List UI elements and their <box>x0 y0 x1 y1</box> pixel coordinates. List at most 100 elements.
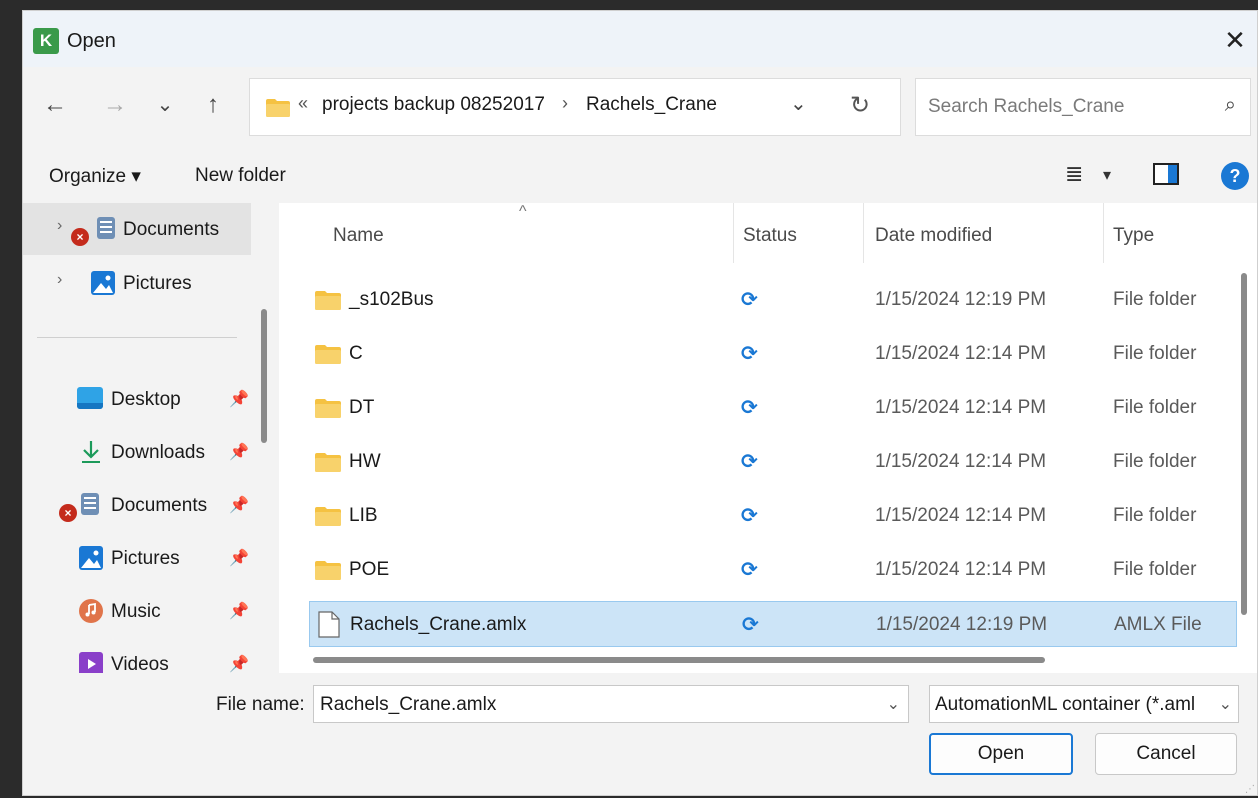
expand-chevron-icon[interactable]: › <box>57 271 62 289</box>
file-name: DT <box>349 397 375 418</box>
sidebar-item-desktop[interactable]: Desktop 📌 <box>23 373 251 425</box>
table-row[interactable]: LIB ⟳ 1/15/2024 12:14 PM File folder <box>309 493 1237 539</box>
search-box[interactable]: ⌕ <box>915 78 1251 136</box>
sync-status-icon: ⟳ <box>741 343 758 365</box>
view-dropdown-icon[interactable]: ▾ <box>1103 165 1111 185</box>
sidebar-item-label: Videos <box>111 654 169 673</box>
search-icon[interactable]: ⌕ <box>1225 94 1236 117</box>
videos-icon <box>79 652 103 673</box>
file-type: AMLX File <box>1114 614 1202 635</box>
cancel-button[interactable]: Cancel <box>1095 733 1237 775</box>
app-icon: K <box>33 28 59 54</box>
table-row[interactable]: DT ⟳ 1/15/2024 12:14 PM File folder <box>309 385 1237 431</box>
help-icon[interactable]: ? <box>1221 162 1249 190</box>
file-date: 1/15/2024 12:19 PM <box>876 614 1048 635</box>
pin-icon[interactable]: 📌 <box>229 495 249 515</box>
file-type-select[interactable]: AutomationML container (*.aml ⌄ <box>929 685 1239 723</box>
chevron-down-icon[interactable]: ⌄ <box>1214 694 1232 714</box>
file-type: File folder <box>1113 505 1197 526</box>
file-date: 1/15/2024 12:14 PM <box>875 397 1047 418</box>
column-header-status[interactable]: Status <box>743 225 797 247</box>
forward-button[interactable]: → <box>97 87 133 123</box>
expand-chevron-icon[interactable]: › <box>57 217 62 235</box>
table-row[interactable]: HW ⟳ 1/15/2024 12:14 PM File folder <box>309 439 1237 485</box>
column-divider[interactable] <box>1103 203 1104 263</box>
sidebar-item-label: Downloads <box>111 442 205 463</box>
file-date: 1/15/2024 12:19 PM <box>875 289 1047 310</box>
address-dropdown-icon[interactable]: ⌄ <box>790 91 807 116</box>
sync-status-icon: ⟳ <box>741 397 758 419</box>
sidebar-divider <box>37 337 237 338</box>
music-icon <box>79 599 103 623</box>
back-button[interactable]: ← <box>37 87 73 123</box>
folder-icon <box>266 99 290 117</box>
column-header-type[interactable]: Type <box>1113 225 1154 247</box>
search-input[interactable] <box>928 96 1198 118</box>
resize-grip-icon[interactable]: ⋰ <box>1245 784 1255 795</box>
file-name-field[interactable] <box>320 694 880 716</box>
sidebar-scrollbar[interactable] <box>261 309 267 443</box>
window-title: Open <box>67 30 116 52</box>
sidebar-item-label: Pictures <box>123 273 192 294</box>
table-row-selected[interactable]: Rachels_Crane.amlx ⟳ 1/15/2024 12:19 PM … <box>309 601 1237 647</box>
vertical-scrollbar[interactable] <box>1241 273 1247 615</box>
file-type-value: AutomationML container (*.aml <box>935 694 1196 715</box>
command-toolbar: Organize ▾ New folder ≣ ▾ ? <box>23 145 1257 203</box>
file-name: C <box>349 343 363 364</box>
pin-icon[interactable]: 📌 <box>229 654 249 673</box>
table-row[interactable]: POE ⟳ 1/15/2024 12:14 PM File folder <box>309 547 1237 593</box>
pin-icon[interactable]: 📌 <box>229 548 249 568</box>
sidebar-item-music[interactable]: Music 📌 <box>23 585 251 637</box>
overflow-chevron-icon[interactable]: « <box>298 93 308 114</box>
column-header-date-modified[interactable]: Date modified <box>875 225 992 247</box>
column-divider[interactable] <box>733 203 734 263</box>
horizontal-scrollbar[interactable] <box>313 657 1045 663</box>
sidebar-item-documents-top[interactable]: › × Documents <box>23 203 251 255</box>
up-button[interactable]: ↑ <box>195 87 231 123</box>
file-name-label: File name: <box>216 694 305 715</box>
pin-icon[interactable]: 📌 <box>229 601 249 621</box>
chevron-down-icon[interactable]: ⌄ <box>887 694 900 714</box>
file-name-combobox[interactable]: ⌄ <box>313 685 909 723</box>
table-row[interactable]: _s102Bus ⟳ 1/15/2024 12:19 PM File folde… <box>309 277 1237 323</box>
open-file-dialog: K Open ✕ ← → ⌄ ↑ « projects backup 08252… <box>22 10 1258 796</box>
breadcrumb-separator-icon[interactable]: › <box>562 93 568 114</box>
column-headers: ^ Name Status Date modified Type <box>279 203 1257 263</box>
pin-icon[interactable]: 📌 <box>229 442 249 462</box>
file-name: HW <box>349 451 381 472</box>
refresh-icon[interactable]: ↻ <box>850 91 870 120</box>
sidebar-item-label: Documents <box>111 495 208 516</box>
table-row[interactable]: C ⟳ 1/15/2024 12:14 PM File folder <box>309 331 1237 377</box>
preview-pane-icon[interactable] <box>1153 163 1179 185</box>
column-header-name[interactable]: Name <box>333 225 384 247</box>
new-folder-button[interactable]: New folder <box>195 165 286 187</box>
breadcrumb-projects-backup[interactable]: projects backup 08252017 <box>322 94 545 116</box>
file-icon <box>318 611 340 638</box>
sidebar-item-pictures-top[interactable]: › Pictures <box>23 257 251 309</box>
sidebar-item-videos[interactable]: Videos 📌 <box>23 638 251 673</box>
sidebar-item-documents[interactable]: × Documents 📌 <box>23 479 251 531</box>
column-divider[interactable] <box>863 203 864 263</box>
file-type: File folder <box>1113 289 1197 310</box>
recent-locations-button[interactable]: ⌄ <box>147 87 183 123</box>
pictures-icon <box>91 271 115 295</box>
sidebar-item-label: Pictures <box>111 548 180 569</box>
pin-icon[interactable]: 📌 <box>229 389 249 409</box>
file-date: 1/15/2024 12:14 PM <box>875 559 1047 580</box>
desktop-icon <box>77 387 103 409</box>
file-date: 1/15/2024 12:14 PM <box>875 343 1047 364</box>
dialog-footer: File name: ⌄ AutomationML container (*.a… <box>23 673 1257 795</box>
open-button[interactable]: Open <box>929 733 1073 775</box>
sync-status-icon: ⟳ <box>741 505 758 527</box>
organize-button[interactable]: Organize ▾ <box>49 165 141 188</box>
sidebar-item-downloads[interactable]: Downloads 📌 <box>23 426 251 478</box>
file-type: File folder <box>1113 559 1197 580</box>
breadcrumb-rachels-crane[interactable]: Rachels_Crane <box>586 94 717 116</box>
view-options-icon[interactable]: ≣ <box>1065 161 1083 187</box>
sidebar-item-pictures[interactable]: Pictures 📌 <box>23 532 251 584</box>
navigation-bar: ← → ⌄ ↑ « projects backup 08252017 › Rac… <box>23 67 1257 145</box>
file-type: File folder <box>1113 451 1197 472</box>
address-bar[interactable]: « projects backup 08252017 › Rachels_Cra… <box>249 78 901 136</box>
file-type: File folder <box>1113 343 1197 364</box>
close-button[interactable]: ✕ <box>1213 19 1257 61</box>
